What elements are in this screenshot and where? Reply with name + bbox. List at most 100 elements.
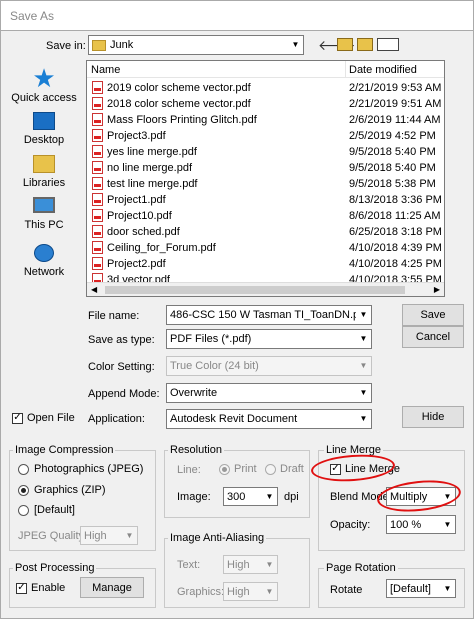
resolution-group [164, 450, 310, 518]
enable-checkbox[interactable]: ✓ Enable [16, 582, 65, 594]
radio-label: Photographics (JPEG) [34, 463, 144, 475]
radio-icon [18, 504, 29, 516]
file-row[interactable]: Project3.pdf 2/5/2019 4:52 PM [87, 128, 444, 144]
scroll-thumb[interactable] [105, 286, 405, 294]
file-row[interactable]: yes line merge.pdf 9/5/2018 5:40 PM [87, 144, 444, 160]
save-as-type-select[interactable]: PDF Files (*.pdf) ▼ [166, 329, 372, 349]
pdf-file-icon [92, 209, 103, 222]
open-file-checkbox[interactable]: ✓ Open File [12, 412, 75, 424]
file-row[interactable]: no line merge.pdf 9/5/2018 5:40 PM [87, 160, 444, 176]
scroll-right-icon[interactable]: ▶ [434, 285, 440, 294]
radio-jpeg[interactable]: Photographics (JPEG) [18, 463, 143, 475]
chevron-down-icon: ▼ [288, 36, 303, 54]
window-title: Save As [10, 9, 55, 23]
file-name: test line merge.pdf [107, 178, 198, 190]
file-row[interactable]: 2018 color scheme vector.pdf 2/21/2019 9:… [87, 96, 444, 112]
save-in-combo[interactable]: Junk ▼ [88, 35, 304, 55]
append-mode-select[interactable]: Overwrite ▼ [166, 383, 372, 403]
nav-label: This PC [24, 219, 64, 231]
file-date: 4/10/2018 4:25 PM [349, 258, 442, 270]
append-mode-label: Append Mode: [88, 388, 160, 400]
radio-label: Draft [280, 463, 304, 475]
nav-network[interactable]: Network [9, 244, 79, 278]
enable-label: Enable [31, 582, 66, 594]
file-row[interactable]: Ceiling_for_Forum.pdf 4/10/2018 4:39 PM [87, 240, 444, 256]
horizontal-scrollbar[interactable]: ◀ ▶ [87, 282, 444, 296]
aa-graphics-select[interactable]: High ▼ [223, 582, 278, 601]
file-name: Project2.pdf [107, 258, 166, 270]
column-header-date[interactable]: Date modified [349, 64, 417, 76]
column-header-name[interactable]: Name [91, 64, 120, 76]
pdf-file-icon [92, 129, 103, 142]
file-row[interactable]: door sched.pdf 6/25/2018 3:18 PM [87, 224, 444, 240]
nav-this-pc[interactable]: This PC [9, 197, 79, 231]
line-label: Line: [177, 464, 201, 476]
file-name: yes line merge.pdf [107, 146, 197, 158]
file-date: 2/6/2019 11:44 AM [349, 114, 441, 126]
file-list[interactable]: Name Date modified 2019 color scheme vec… [86, 60, 445, 297]
jpeg-quality-select[interactable]: High ▼ [80, 526, 138, 545]
new-folder-icon[interactable] [357, 38, 373, 51]
post-processing-title: Post Processing [13, 562, 97, 574]
file-name: 2018 color scheme vector.pdf [107, 98, 251, 110]
radio-default[interactable]: [Default] [18, 504, 75, 516]
manage-button[interactable]: Manage [80, 577, 144, 598]
chevron-down-icon: ▼ [356, 357, 371, 375]
radio-label: Graphics (ZIP) [34, 484, 106, 496]
scroll-left-icon[interactable]: ◀ [91, 285, 97, 294]
append-mode-value: Overwrite [170, 387, 218, 399]
file-row[interactable]: test line merge.pdf 9/5/2018 5:38 PM [87, 176, 444, 192]
opacity-select[interactable]: 100 % ▼ [386, 515, 456, 534]
save-as-type-value: PDF Files (*.pdf) [170, 333, 252, 345]
aa-text-select[interactable]: High ▼ [223, 555, 278, 574]
color-setting-label: Color Setting: [88, 361, 155, 373]
nav-quick-access[interactable]: ★ Quick access [9, 64, 79, 104]
file-name-input[interactable]: 486-CSC 150 W Tasman TI_ToanDN.pdf ▼ [166, 305, 372, 325]
file-row[interactable]: Project10.pdf 8/6/2018 11:25 AM [87, 208, 444, 224]
view-menu-icon[interactable] [377, 38, 399, 51]
nav-label: Libraries [22, 177, 66, 189]
radio-icon [265, 463, 276, 475]
up-folder-icon[interactable] [337, 38, 353, 51]
rotate-select[interactable]: [Default] ▼ [386, 579, 456, 598]
file-row[interactable]: Project1.pdf 8/13/2018 3:36 PM [87, 192, 444, 208]
file-row[interactable]: Project2.pdf 4/10/2018 4:25 PM [87, 256, 444, 272]
title-bar: Save As [0, 0, 474, 30]
hide-button[interactable]: Hide [402, 406, 464, 428]
page-rotation-title: Page Rotation [324, 562, 398, 574]
checkbox-checked-icon: ✓ [12, 412, 23, 424]
save-button[interactable]: Save [402, 304, 464, 326]
nav-label: Desktop [23, 134, 65, 146]
file-row[interactable]: Mass Floors Printing Glitch.pdf 2/6/2019 … [87, 112, 444, 128]
radio-selected-icon [219, 463, 230, 475]
file-date: 6/25/2018 3:18 PM [349, 226, 442, 238]
application-select[interactable]: Autodesk Revit Document ▼ [166, 409, 372, 429]
chevron-down-icon: ▼ [262, 583, 277, 600]
nav-desktop[interactable]: Desktop [9, 112, 79, 146]
radio-label: Print [234, 463, 257, 475]
radio-icon [18, 463, 29, 475]
nav-label: Network [23, 266, 65, 278]
pdf-file-icon [92, 177, 103, 190]
checkbox-checked-icon: ✓ [16, 582, 27, 594]
color-setting-select[interactable]: True Color (24 bit) ▼ [166, 356, 372, 376]
file-date: 2/5/2019 4:52 PM [349, 130, 436, 142]
rotate-label: Rotate [330, 584, 363, 596]
rotate-value: [Default] [390, 583, 431, 595]
cancel-button[interactable]: Cancel [402, 326, 464, 348]
radio-draft[interactable]: Draft [265, 463, 304, 475]
image-resolution-select[interactable]: 300 ▼ [223, 487, 278, 506]
nav-libraries[interactable]: Libraries [9, 155, 79, 189]
pdf-file-icon [92, 193, 103, 206]
open-file-label: Open File [27, 412, 75, 424]
radio-zip[interactable]: Graphics (ZIP) [18, 484, 106, 496]
radio-print[interactable]: Print [219, 463, 257, 475]
file-row[interactable]: 2019 color scheme vector.pdf 2/21/2019 9:… [87, 80, 444, 96]
radio-label: [Default] [34, 504, 75, 516]
file-date: 2/21/2019 9:51 AM [349, 98, 442, 110]
file-name: Mass Floors Printing Glitch.pdf [107, 114, 257, 126]
pdf-file-icon [92, 97, 103, 110]
pdf-file-icon [92, 145, 103, 158]
save-in-folder: Junk [110, 39, 134, 51]
file-name: Ceiling_for_Forum.pdf [107, 242, 216, 254]
